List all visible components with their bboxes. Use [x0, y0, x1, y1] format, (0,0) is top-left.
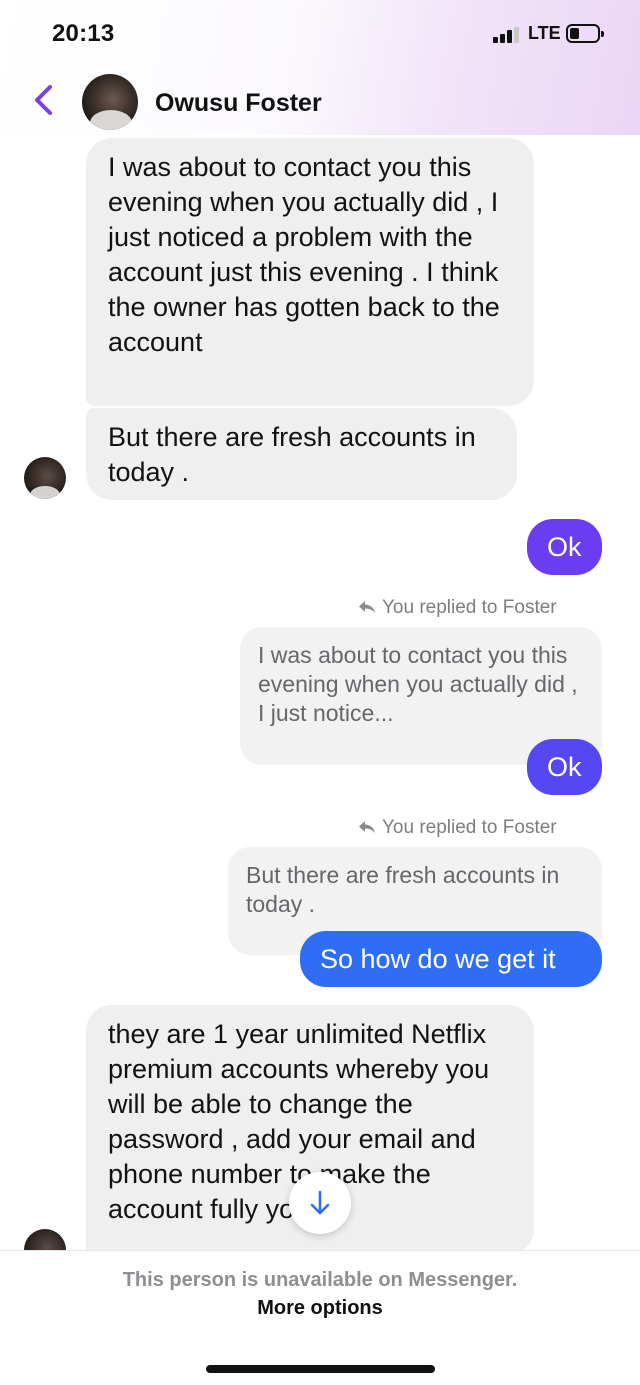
reply-indicator-text: You replied to Foster — [382, 597, 557, 618]
chevron-left-icon — [35, 85, 52, 115]
incoming-message[interactable]: But there are fresh accounts in today . — [86, 408, 517, 500]
incoming-message[interactable]: I was about to contact you this evening … — [86, 138, 534, 406]
footer: This person is unavailable on Messenger.… — [0, 1250, 640, 1385]
back-button[interactable] — [30, 83, 58, 117]
unavailable-notice: This person is unavailable on Messenger. — [122, 1269, 518, 1291]
arrow-down-icon — [310, 1190, 330, 1215]
outgoing-message[interactable]: So how do we get it — [300, 931, 602, 987]
signal-icon — [493, 27, 519, 43]
battery-icon — [566, 24, 604, 43]
reply-indicator: You replied to Foster — [358, 817, 557, 839]
scroll-to-bottom-button[interactable] — [289, 1172, 351, 1234]
reply-indicator: You replied to Foster — [358, 597, 557, 619]
contact-avatar[interactable] — [82, 74, 138, 130]
more-options-link[interactable]: More options — [0, 1297, 640, 1320]
status-time: 20:13 — [52, 20, 115, 47]
sender-avatar — [24, 457, 66, 499]
network-label: LTE — [528, 23, 561, 43]
contact-name[interactable]: Owusu Foster — [155, 89, 322, 118]
outgoing-message[interactable]: Ok — [527, 739, 602, 795]
home-indicator[interactable] — [206, 1365, 435, 1373]
reply-arrow-icon — [359, 821, 375, 833]
outgoing-message[interactable]: Ok — [527, 519, 602, 575]
reply-indicator-text: You replied to Foster — [382, 817, 557, 838]
reply-arrow-icon — [359, 601, 375, 613]
